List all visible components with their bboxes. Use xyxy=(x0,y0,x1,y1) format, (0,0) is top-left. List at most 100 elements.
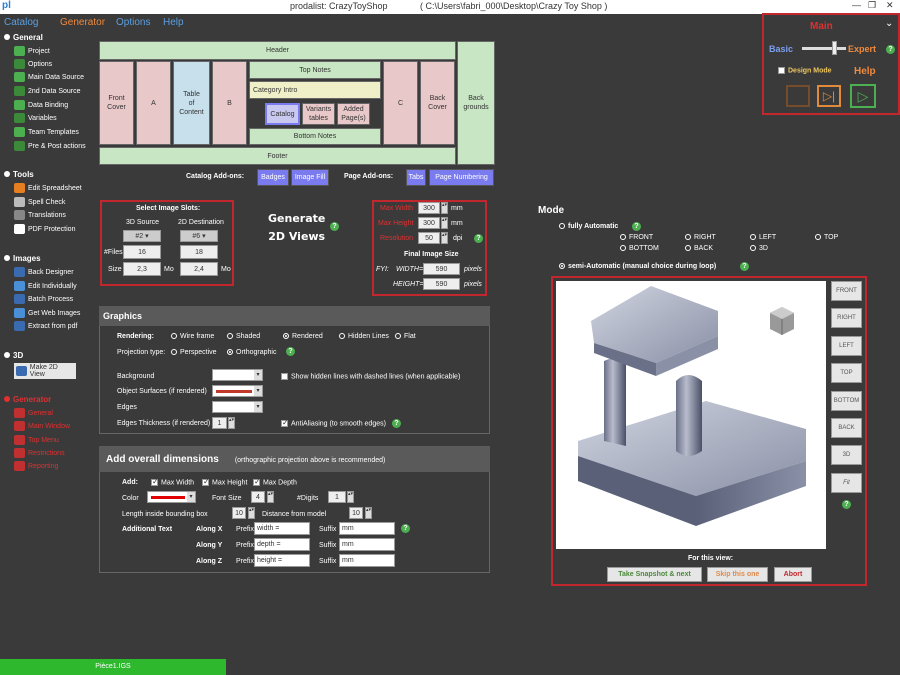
render-wireframe[interactable]: Wire frame xyxy=(171,333,214,340)
distance-input[interactable]: 10 xyxy=(349,507,363,519)
projection-perspective[interactable]: Perspective xyxy=(171,349,217,356)
view-back-radio[interactable]: BACK xyxy=(685,245,713,252)
badges-button[interactable]: Badges xyxy=(257,169,289,186)
3d-viewport[interactable] xyxy=(556,281,826,549)
additional-text-help-icon[interactable]: ? xyxy=(401,524,410,533)
resolution-input[interactable]: 50 xyxy=(418,232,440,244)
skip-button[interactable]: Skip this one xyxy=(707,567,768,582)
sidebar-section-images[interactable]: Images xyxy=(4,254,41,263)
menu-help[interactable]: Help xyxy=(163,17,184,28)
edges-thickness-spinner[interactable]: ▴▾ xyxy=(228,417,235,429)
sidebar-item-back-designer[interactable]: Back Designer xyxy=(14,267,74,277)
sidebar-item-main-window[interactable]: Main Window xyxy=(14,421,70,431)
step-next-button[interactable]: ▷| xyxy=(817,85,841,107)
edges-thickness-input[interactable]: 1 xyxy=(212,417,227,429)
layout-category-intro[interactable]: Category Intro xyxy=(249,81,381,99)
render-rendered[interactable]: Rendered xyxy=(283,333,323,340)
viewer-help-icon[interactable]: ? xyxy=(842,500,851,509)
layout-front-cover[interactable]: Front Cover xyxy=(99,61,134,145)
sidebar-item-pdf-protection[interactable]: PDF Protection xyxy=(14,224,75,234)
sidebar-item-options[interactable]: Options xyxy=(14,59,52,69)
layout-c[interactable]: C xyxy=(383,61,418,145)
sidebar-item-gen-general[interactable]: General xyxy=(14,408,53,418)
length-spinner[interactable]: ▴▾ xyxy=(248,507,255,519)
view-top-radio[interactable]: TOP xyxy=(815,234,838,241)
mode-help-icon[interactable]: ? xyxy=(632,222,641,231)
add-max-height-checkbox[interactable]: Max Height xyxy=(202,477,247,486)
view-back-button[interactable]: BACK xyxy=(831,418,862,438)
length-input[interactable]: 10 xyxy=(232,507,246,519)
view-left-radio[interactable]: LEFT xyxy=(750,234,776,241)
mode-fully-automatic[interactable]: fully Automatic xyxy=(559,223,618,230)
help-label[interactable]: Help xyxy=(854,66,876,77)
sidebar-item-main-data-source[interactable]: Main Data Source xyxy=(14,72,84,82)
render-hidden-lines[interactable]: Hidden Lines xyxy=(339,333,389,340)
sidebar-item-2nd-data-source[interactable]: 2nd Data Source xyxy=(14,86,81,96)
antialiasing-checkbox[interactable]: AntiAliasing (to smooth edges) xyxy=(281,418,386,427)
view-front-button[interactable]: FRONT xyxy=(831,281,862,301)
sidebar-item-team-templates[interactable]: Team Templates xyxy=(14,127,79,137)
close-icon[interactable]: ✕ xyxy=(886,0,894,11)
view-fit-button[interactable]: Fit xyxy=(831,473,862,493)
abort-button[interactable]: Abort xyxy=(774,567,812,582)
view-3d-radio[interactable]: 3D xyxy=(750,245,768,252)
suffix-x-input[interactable]: mm xyxy=(339,522,395,535)
sidebar-item-reporting[interactable]: Reporting xyxy=(14,461,58,471)
sidebar-item-edit-spreadsheet[interactable]: Edit Spreadsheet xyxy=(14,183,82,193)
sidebar-item-data-binding[interactable]: Data Binding xyxy=(14,100,68,110)
max-width-input[interactable]: 300 xyxy=(418,202,440,214)
layout-footer[interactable]: Footer xyxy=(99,147,456,165)
prefix-z-input[interactable]: height = xyxy=(254,554,310,567)
source-slot-select[interactable]: #2 ▾ xyxy=(123,230,161,242)
sidebar-item-top-menu[interactable]: Top Menu xyxy=(14,435,59,445)
level-help-icon[interactable]: ? xyxy=(886,45,895,54)
layout-variants[interactable]: Variants tables xyxy=(302,103,335,125)
sidebar-section-general[interactable]: General xyxy=(4,33,43,42)
generate-2d-views-button[interactable]: Generate 2D Views xyxy=(268,210,325,246)
resolution-spinner[interactable]: ▴▾ xyxy=(441,232,448,244)
layout-back-cover[interactable]: Back Cover xyxy=(420,61,455,145)
sidebar-item-make-2d-view[interactable]: Make 2D View xyxy=(14,363,76,379)
basic-label[interactable]: Basic xyxy=(769,44,793,54)
view-left-button[interactable]: LEFT xyxy=(831,336,862,356)
layout-b[interactable]: B xyxy=(212,61,247,145)
layout-top-notes[interactable]: Top Notes xyxy=(249,61,381,79)
projection-orthographic[interactable]: Orthographic xyxy=(227,349,276,356)
view-3d-button[interactable]: 3D xyxy=(831,445,862,465)
font-size-spinner[interactable]: ▴▾ xyxy=(267,491,274,503)
sidebar-item-restrictions[interactable]: Restrictions xyxy=(14,448,65,458)
render-flat[interactable]: Flat xyxy=(395,333,416,340)
menu-options[interactable]: Options xyxy=(116,17,150,28)
layout-header[interactable]: Header xyxy=(99,41,456,60)
add-max-depth-checkbox[interactable]: Max Depth xyxy=(253,477,297,486)
sidebar-section-3d[interactable]: 3D xyxy=(4,351,23,360)
view-bottom-button[interactable]: BOTTOM xyxy=(831,391,862,411)
minimize-icon[interactable]: — xyxy=(852,0,861,10)
sidebar-item-project[interactable]: Project xyxy=(14,46,50,56)
sidebar-item-extract-pdf[interactable]: Extract from pdf xyxy=(14,321,77,331)
add-max-width-checkbox[interactable]: Max Width xyxy=(151,477,194,486)
sidebar-item-get-web-images[interactable]: Get Web Images xyxy=(14,308,80,318)
image-fill-button[interactable]: Image Fill xyxy=(291,169,329,186)
sidebar-item-pre-post-actions[interactable]: Pre & Post actions xyxy=(14,141,86,151)
expert-label[interactable]: Expert xyxy=(848,44,876,54)
level-slider-track[interactable] xyxy=(802,47,846,50)
design-mode-checkbox[interactable]: Design Mode xyxy=(778,67,832,74)
stop-button[interactable] xyxy=(786,85,810,107)
sidebar-item-variables[interactable]: Variables xyxy=(14,113,57,123)
render-shaded[interactable]: Shaded xyxy=(227,333,260,340)
show-hidden-checkbox[interactable]: Show hidden lines with dashed lines (whe… xyxy=(281,373,460,380)
view-right-radio[interactable]: RIGHT xyxy=(685,234,716,241)
suffix-y-input[interactable]: mm xyxy=(339,538,395,551)
digits-spinner[interactable]: ▴▾ xyxy=(347,491,354,503)
layout-backgrounds[interactable]: Back grounds xyxy=(457,41,495,165)
projection-help-icon[interactable]: ? xyxy=(286,347,295,356)
sidebar-section-tools[interactable]: Tools xyxy=(4,170,34,179)
semi-help-icon[interactable]: ? xyxy=(740,262,749,271)
prefix-x-input[interactable]: width = xyxy=(254,522,310,535)
view-right-button[interactable]: RIGHT xyxy=(831,308,862,328)
object-color-picker[interactable]: ▾ xyxy=(212,385,263,397)
take-snapshot-button[interactable]: Take Snapshot & next xyxy=(607,567,702,582)
layout-a[interactable]: A xyxy=(136,61,171,145)
sidebar-section-generator[interactable]: Generator xyxy=(4,395,51,404)
